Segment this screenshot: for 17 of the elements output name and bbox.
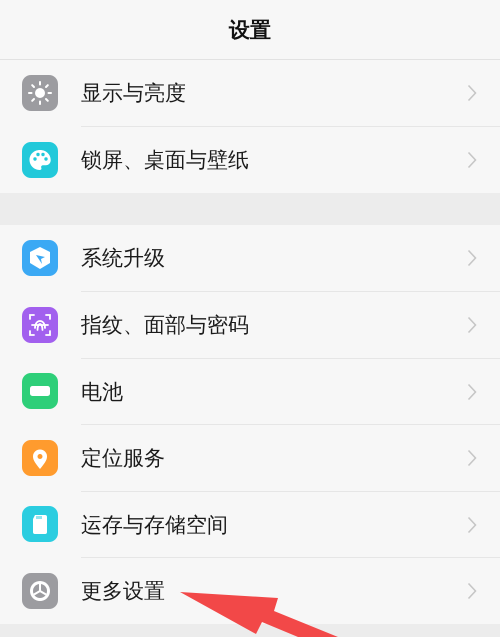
chevron-icon: [467, 316, 477, 334]
chevron-icon: [467, 382, 477, 401]
chevron-icon: [467, 84, 477, 102]
battery-icon: [22, 373, 58, 410]
sun-icon: [22, 75, 58, 112]
map-pin-icon: [22, 440, 58, 476]
palette-icon: [22, 142, 58, 178]
gear-icon: [22, 572, 58, 609]
chevron-icon: [467, 582, 477, 600]
fingerprint-icon: [22, 306, 58, 343]
chevron-icon: [467, 249, 477, 268]
chevron-icon: [467, 151, 477, 170]
box-icon: [22, 240, 58, 276]
screen-title: 设置: [229, 16, 271, 44]
sd-card-icon: [22, 506, 58, 542]
chevron-icon: [467, 449, 477, 468]
chevron-icon: [467, 516, 477, 534]
